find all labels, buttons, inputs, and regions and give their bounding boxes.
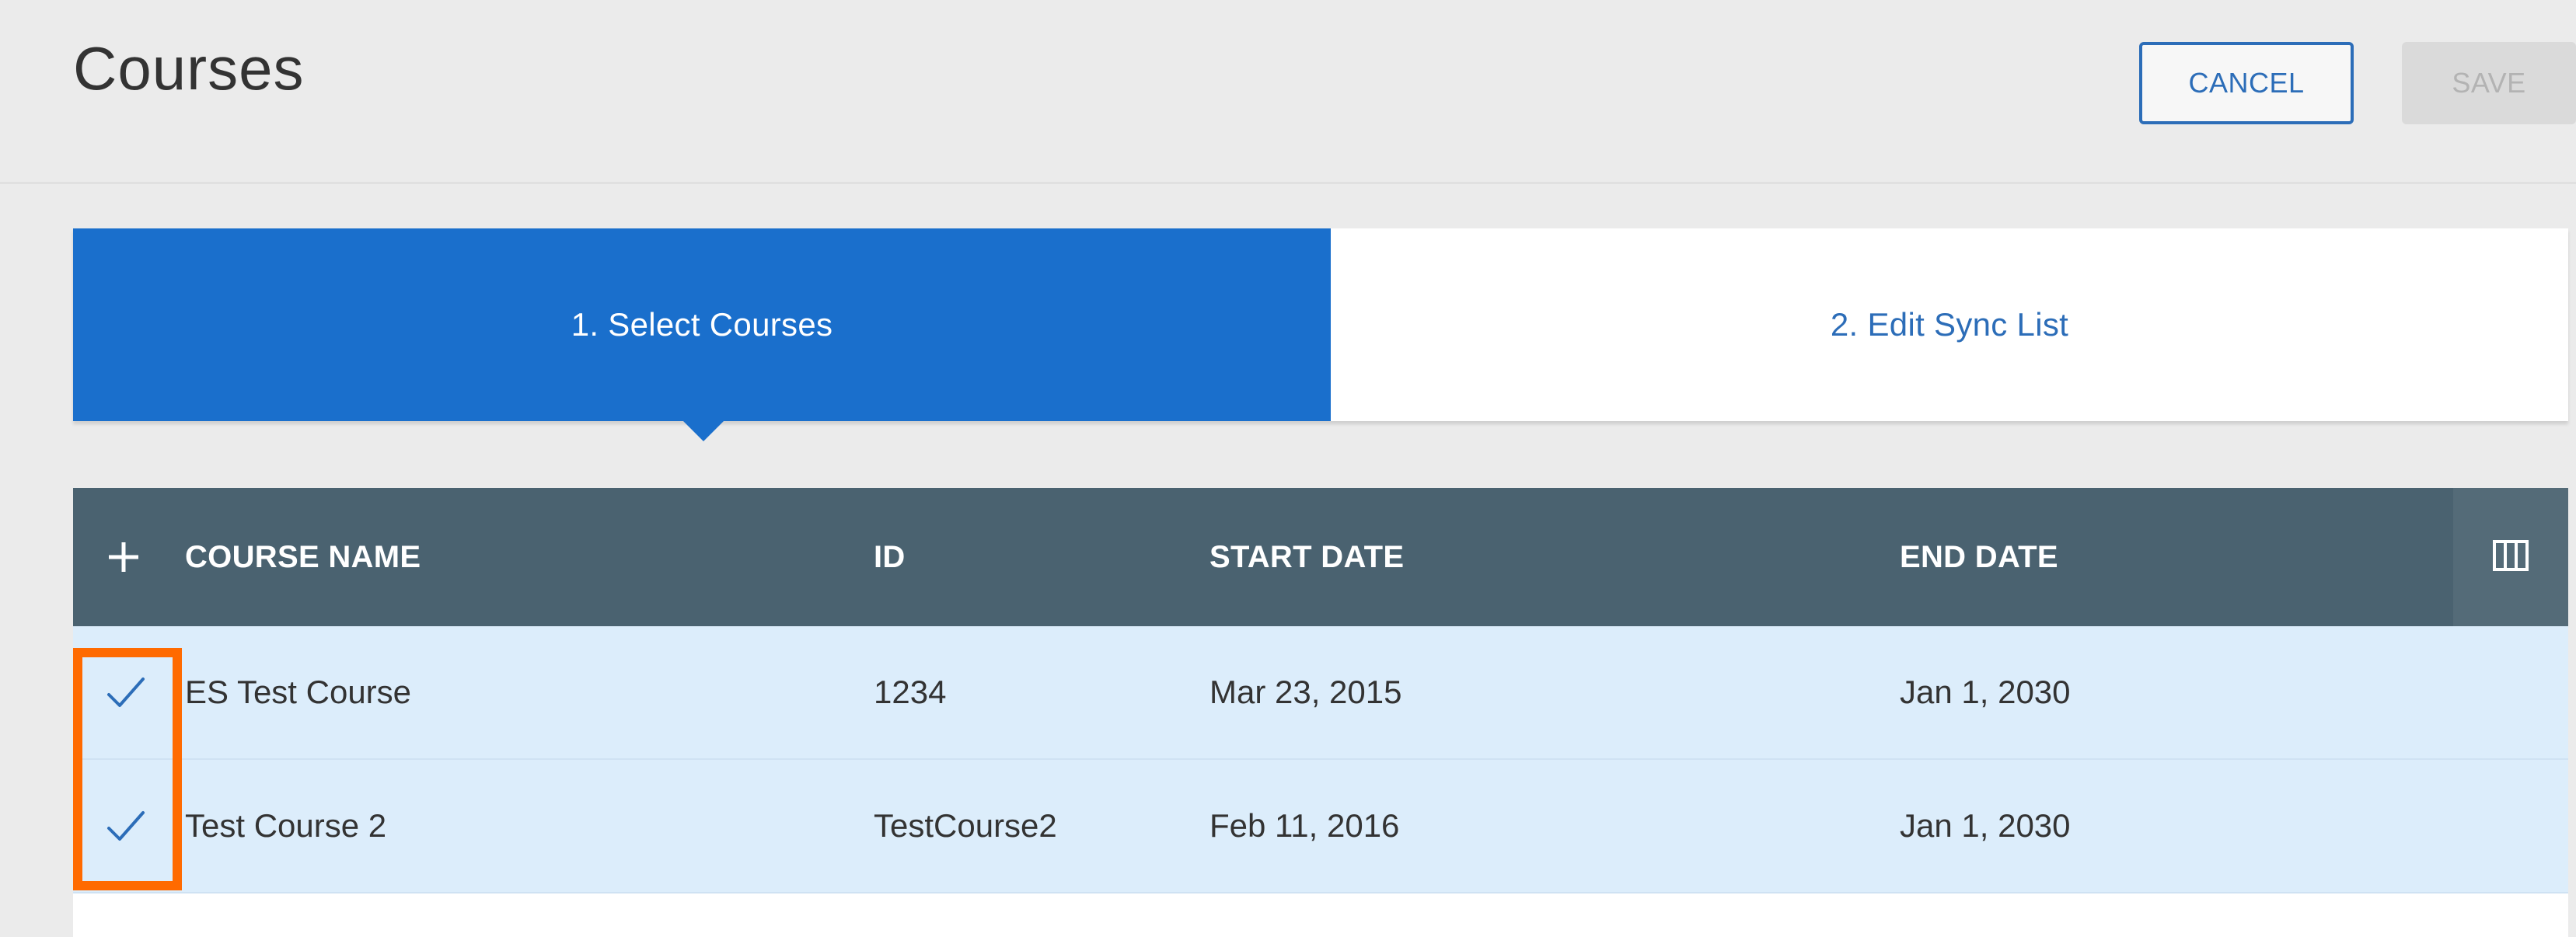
column-header-id[interactable]: ID: [874, 488, 906, 626]
table-header: COURSE NAME ID START DATE END DATE: [73, 488, 2568, 626]
columns-toggle-button[interactable]: [2453, 488, 2568, 626]
checkmark-highlight-box: [73, 648, 182, 890]
course-name-cell: ES Test Course: [185, 674, 412, 710]
course-name-cell: Test Course 2: [185, 807, 387, 844]
end-date-cell: Jan 1, 2030: [1900, 674, 2071, 710]
column-header-course-name[interactable]: COURSE NAME: [185, 488, 421, 626]
step-edit-sync-list[interactable]: 2. Edit Sync List: [1331, 228, 2568, 421]
step-select-courses[interactable]: 1. Select Courses: [73, 228, 1331, 441]
active-step-caret: [683, 421, 724, 441]
cancel-button[interactable]: CANCEL: [2139, 42, 2354, 124]
plus-icon[interactable]: [104, 538, 143, 576]
table-row[interactable]: Test Course 2 TestCourse2 Feb 11, 2016 J…: [73, 760, 2568, 893]
table-row[interactable]: ES Test Course 1234 Mar 23, 2015 Jan 1, …: [73, 626, 2568, 760]
start-date-cell: Mar 23, 2015: [1209, 674, 1402, 710]
column-header-end-date[interactable]: END DATE: [1900, 488, 2058, 626]
column-header-start-date[interactable]: START DATE: [1209, 488, 1404, 626]
courses-table: COURSE NAME ID START DATE END DATE ES Te…: [73, 488, 2568, 937]
columns-icon: [2492, 539, 2529, 576]
course-id-cell: 1234: [874, 674, 947, 710]
wizard-stepper: 1. Select Courses 2. Edit Sync List: [73, 228, 2568, 441]
end-date-cell: Jan 1, 2030: [1900, 807, 2071, 844]
course-id-cell: TestCourse2: [874, 807, 1057, 844]
page-title: Courses: [73, 34, 305, 103]
courses-page: Courses CANCEL SAVE 1. Select Courses 2.…: [0, 0, 2576, 937]
start-date-cell: Feb 11, 2016: [1209, 807, 1400, 844]
save-button[interactable]: SAVE: [2402, 42, 2576, 124]
page-header: Courses CANCEL SAVE: [0, 0, 2576, 184]
step-label: 1. Select Courses: [571, 306, 833, 343]
step-label: 2. Edit Sync List: [1830, 306, 2069, 343]
